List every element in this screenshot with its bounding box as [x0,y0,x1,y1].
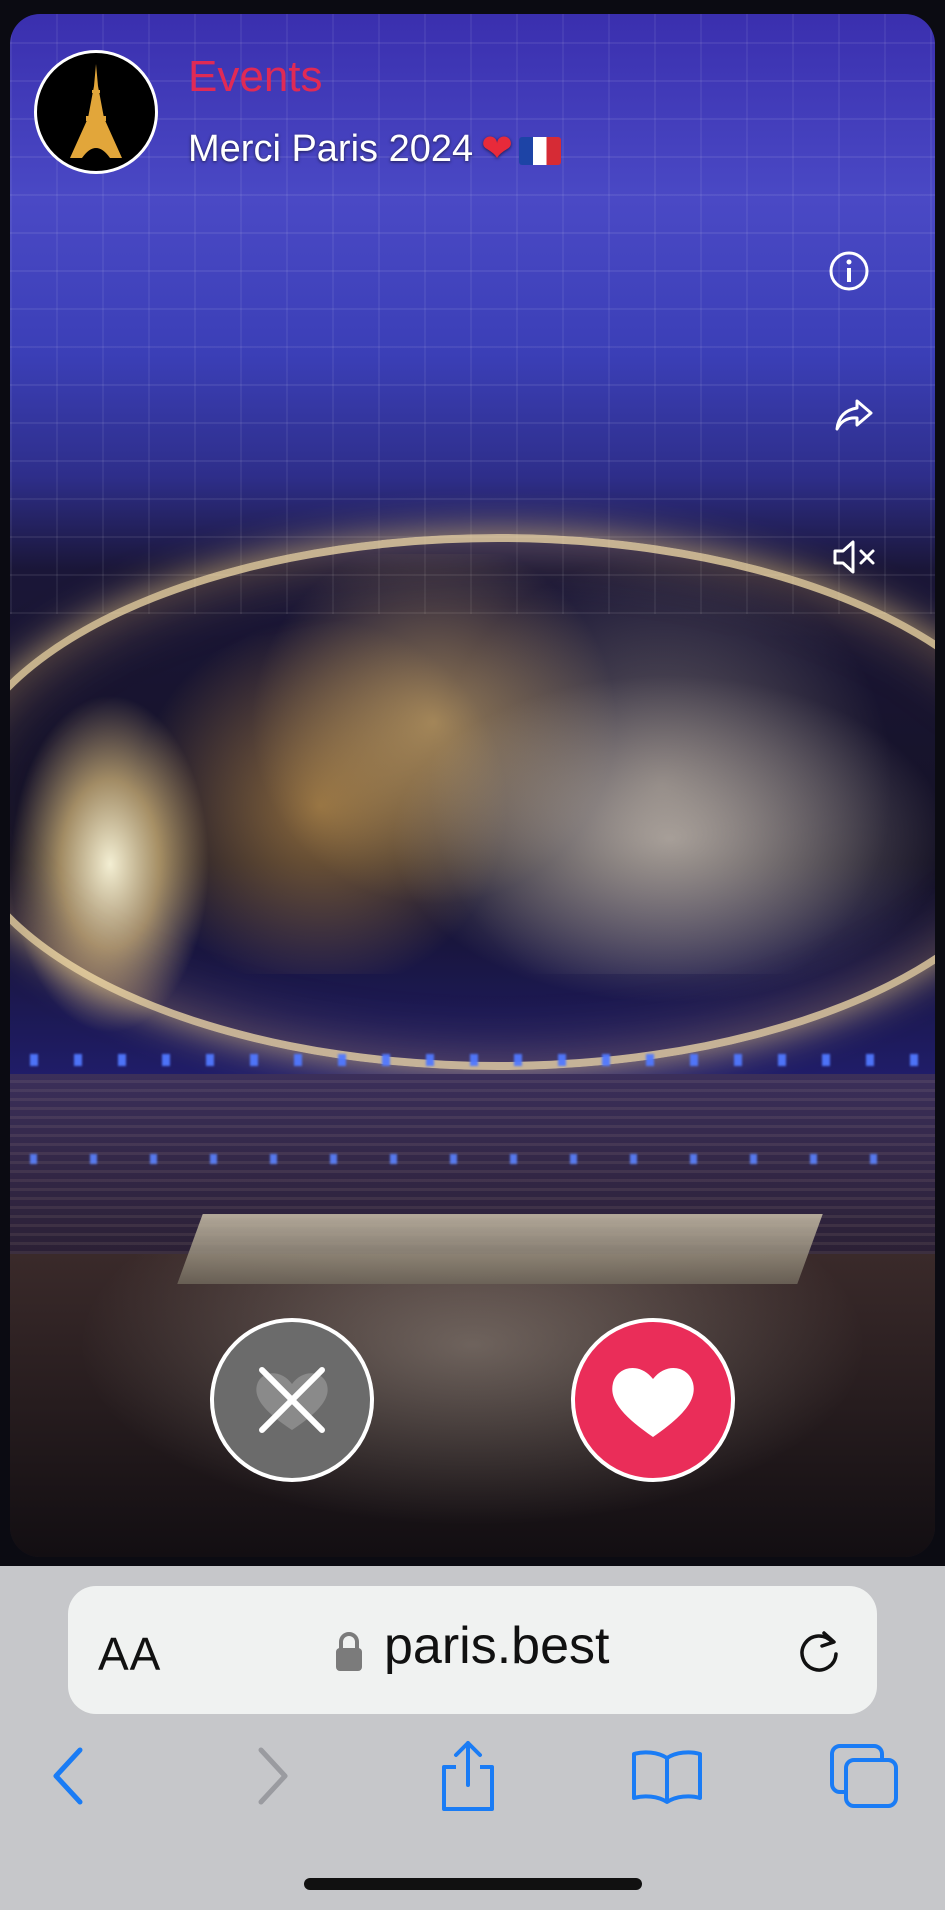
info-icon [829,251,869,291]
arena-ring [10,534,935,1070]
speaker-muted-icon [833,540,875,574]
like-button[interactable] [571,1318,735,1482]
stadium-lights [30,1054,920,1066]
eiffel-tower-icon [70,64,122,158]
dislike-button[interactable] [210,1318,374,1482]
info-button[interactable] [822,244,876,298]
back-icon [53,1747,83,1805]
home-indicator [304,1878,642,1890]
mute-button[interactable] [828,530,882,584]
field [10,1254,935,1557]
text-size-label: AA [98,1628,162,1680]
heart-icon [612,1367,694,1437]
tabs-button[interactable] [824,1736,904,1816]
channel-avatar[interactable] [34,50,158,174]
events-label[interactable]: Events [188,52,323,102]
france-flag-icon [518,137,561,165]
heart-emoji-icon: ❤ [481,128,513,170]
video-title-text: Merci Paris 2024 [188,128,474,170]
share-icon [442,1741,494,1811]
lock-icon [336,1632,362,1671]
reload-icon [800,1631,838,1672]
back-button[interactable] [28,1736,108,1816]
bookmarks-icon [632,1750,702,1804]
stage [177,1214,823,1284]
close-x-icon [256,1367,328,1433]
url-text[interactable]: paris.best [384,1616,609,1676]
video-card[interactable] [10,14,935,1557]
share-button[interactable] [826,388,880,442]
text-size-button[interactable]: AA [98,1627,161,1681]
video-title: Merci Paris 2024 ❤ [188,126,561,171]
tabs-icon [830,1744,898,1808]
reload-button[interactable] [792,1624,846,1678]
share-arrow-icon [835,399,873,431]
forward-icon [258,1747,288,1805]
share-page-button[interactable] [428,1736,508,1816]
stadium-lights-lower [30,1154,920,1164]
forward-button[interactable] [233,1736,313,1816]
bookmarks-button[interactable] [627,1736,707,1816]
